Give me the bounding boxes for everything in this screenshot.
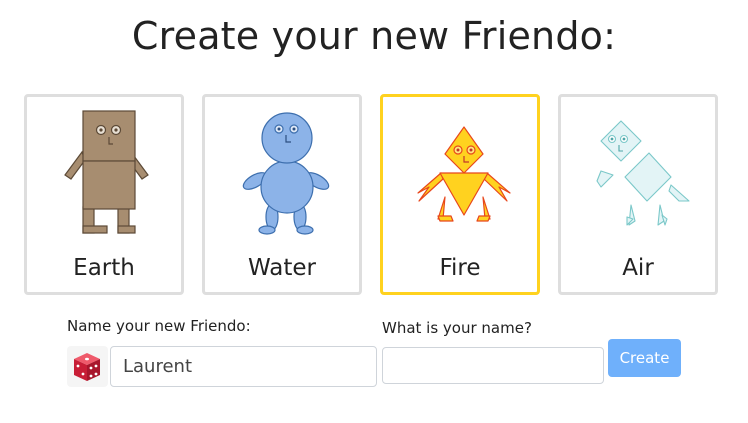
air-friendo-illustration — [596, 120, 690, 226]
dice-icon — [74, 353, 100, 381]
card-water[interactable]: Water — [202, 94, 362, 295]
fire-friendo-illustration — [417, 126, 511, 222]
friendo-name-label: Name your new Friendo: — [67, 317, 251, 335]
friendo-name-input[interactable] — [110, 346, 377, 387]
your-name-input[interactable] — [382, 347, 604, 384]
card-fire[interactable]: Fire — [380, 94, 540, 295]
card-label: Fire — [439, 255, 481, 281]
page-title: Create your new Friendo: — [131, 14, 617, 58]
card-earth[interactable]: Earth — [24, 94, 184, 295]
create-button[interactable]: Create — [608, 339, 681, 377]
card-air[interactable]: Air — [558, 94, 718, 295]
earth-friendo-illustration — [64, 110, 149, 234]
randomize-name-button[interactable] — [67, 346, 108, 387]
water-friendo-illustration — [242, 112, 330, 235]
card-label: Water — [248, 255, 316, 281]
card-label: Earth — [73, 255, 135, 281]
card-label: Air — [622, 255, 654, 281]
your-name-label: What is your name? — [382, 319, 532, 337]
